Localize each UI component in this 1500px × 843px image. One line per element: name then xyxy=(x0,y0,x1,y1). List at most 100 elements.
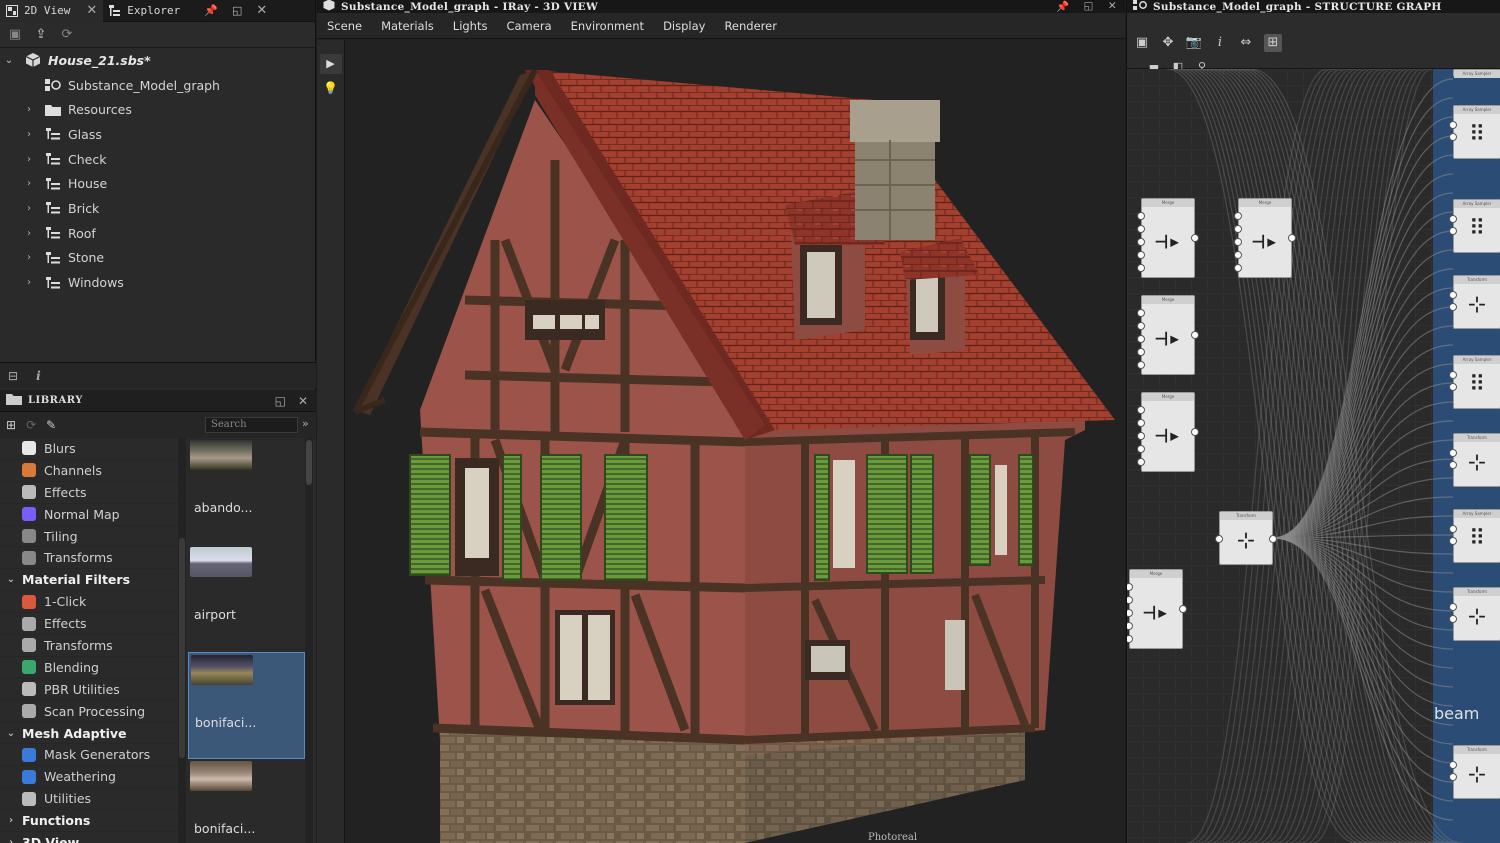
node-pin[interactable] xyxy=(1449,291,1457,299)
graph-node[interactable]: Merge ⊣▸ xyxy=(1141,392,1195,472)
node-pin[interactable] xyxy=(1234,225,1242,233)
save-icon[interactable]: ▣ xyxy=(8,27,22,42)
folder-row-brick[interactable]: › Brick xyxy=(0,196,315,221)
node-pin[interactable] xyxy=(1288,234,1296,242)
folder-row-house[interactable]: › House xyxy=(0,171,315,196)
menu-materials[interactable]: Materials xyxy=(381,19,434,33)
library-item[interactable]: Transforms xyxy=(0,635,178,657)
graph-node[interactable]: Array Sampler ⠿ xyxy=(1453,355,1500,409)
node-pin[interactable] xyxy=(1137,361,1145,369)
frame-all-icon[interactable]: ▣ xyxy=(1133,34,1151,52)
library-category[interactable]: › Functions xyxy=(0,810,178,833)
graph-row[interactable]: Substance_Model_graph xyxy=(0,73,315,98)
folder-row-glass[interactable]: › Glass xyxy=(0,122,315,147)
library-item[interactable]: Tiling xyxy=(0,526,178,548)
maximize-icon[interactable]: ◱ xyxy=(232,4,242,17)
menu-lights[interactable]: Lights xyxy=(453,19,488,33)
library-item[interactable]: Normal Map xyxy=(0,504,178,526)
node-pin[interactable] xyxy=(1137,432,1145,440)
node-pin[interactable] xyxy=(1449,461,1457,469)
library-item[interactable]: Utilities xyxy=(0,788,178,811)
node-pin[interactable] xyxy=(1234,264,1242,272)
library-item[interactable]: Transforms xyxy=(0,547,178,570)
graph-node[interactable]: Transform ⊹ xyxy=(1453,433,1500,487)
chevron-right-icon[interactable]: › xyxy=(22,104,36,115)
graph-node[interactable]: Merge ⊣▸ xyxy=(1129,569,1183,649)
chevron-down-icon[interactable]: ⌄ xyxy=(0,574,22,585)
chevron-right-icon[interactable]: › xyxy=(22,203,36,214)
info-icon[interactable]: i xyxy=(1211,34,1229,52)
node-pin[interactable] xyxy=(1137,348,1145,356)
hierarchy-icon[interactable]: ⊞ xyxy=(1264,34,1282,52)
chevron-right-icon[interactable]: › xyxy=(0,815,22,826)
camera-icon[interactable]: 📷 xyxy=(1185,34,1203,52)
chevron-down-icon[interactable]: ⌄ xyxy=(0,728,22,739)
node-pin[interactable] xyxy=(1191,234,1199,242)
node-pin[interactable] xyxy=(1449,303,1457,311)
node-pin[interactable] xyxy=(1137,406,1145,414)
menu-scene[interactable]: Scene xyxy=(327,19,362,33)
menu-display[interactable]: Display xyxy=(663,19,705,33)
chevron-right-icon[interactable]: › xyxy=(22,178,36,189)
node-pin[interactable] xyxy=(1137,458,1145,466)
library-thumbnail[interactable]: abando... xyxy=(188,438,305,545)
package-row[interactable]: ⌄ House_21.sbs* xyxy=(0,48,315,73)
node-pin[interactable] xyxy=(1449,761,1457,769)
library-search-input[interactable]: Search xyxy=(205,417,298,433)
node-pin[interactable] xyxy=(1137,445,1145,453)
menu-camera[interactable]: Camera xyxy=(506,19,551,33)
node-pin[interactable] xyxy=(1137,419,1145,427)
edit-icon[interactable]: ✎ xyxy=(46,418,56,432)
node-pin[interactable] xyxy=(1269,535,1277,543)
node-pin[interactable] xyxy=(1137,212,1145,220)
chevron-right-icon[interactable]: › xyxy=(22,252,36,263)
menu-renderer[interactable]: Renderer xyxy=(724,19,777,33)
node-pin[interactable] xyxy=(1449,449,1457,457)
close-icon[interactable]: ✕ xyxy=(86,3,97,18)
thumbnail-scrollbar[interactable] xyxy=(305,438,313,843)
close-icon[interactable]: ✕ xyxy=(1108,0,1117,13)
close-icon[interactable]: ✕ xyxy=(298,394,308,408)
node-pin[interactable] xyxy=(1449,615,1457,623)
chevron-right-icon[interactable]: › xyxy=(22,228,36,239)
library-item[interactable]: Weathering xyxy=(0,766,178,789)
close-icon[interactable]: ✕ xyxy=(256,3,267,18)
node-pin[interactable] xyxy=(1137,251,1145,259)
graph-node[interactable]: Array Sampler ⠿ xyxy=(1453,509,1500,563)
node-pin[interactable] xyxy=(1137,238,1145,246)
graph-node[interactable]: Array Sampler ⠿ xyxy=(1453,199,1500,253)
node-pin[interactable] xyxy=(1234,251,1242,259)
refresh-icon[interactable]: ⟳ xyxy=(26,418,36,432)
graph-node[interactable]: Array Sampler xyxy=(1453,69,1500,78)
hierarchy-icon[interactable]: ⊟ xyxy=(8,369,18,383)
node-pin[interactable] xyxy=(1449,371,1457,379)
library-item[interactable]: Mask Generators xyxy=(0,744,178,767)
library-category[interactable]: ⌄ Material Filters xyxy=(0,569,178,592)
pin-icon[interactable]: 📌 xyxy=(204,4,218,17)
folder-row-stone[interactable]: › Stone xyxy=(0,246,315,271)
graph-node[interactable]: Merge ⊣▸ xyxy=(1141,295,1195,375)
library-item[interactable]: Scan Processing xyxy=(0,701,178,723)
move-icon[interactable]: ✥ xyxy=(1159,34,1177,52)
tab-explorer[interactable]: Explorer 📌 ◱ ✕ xyxy=(103,0,273,22)
library-thumbnail[interactable]: airport xyxy=(188,545,305,652)
graph-node[interactable]: Transform ⊹ xyxy=(1219,511,1273,565)
info-icon[interactable]: i xyxy=(36,369,41,383)
3d-viewport-canvas[interactable]: Photoreal xyxy=(345,40,1125,843)
folder-row-check[interactable]: › Check xyxy=(0,147,315,172)
library-category[interactable]: ⌄ Mesh Adaptive xyxy=(0,723,178,745)
light-bulb-icon[interactable]: 💡 xyxy=(320,78,342,98)
node-pin[interactable] xyxy=(1137,309,1145,317)
refresh-icon[interactable]: ⟳ xyxy=(60,27,74,42)
maximize-icon[interactable]: ◱ xyxy=(275,394,286,408)
chevron-right-icon[interactable]: › xyxy=(22,277,36,288)
graph-node[interactable]: Transform ⊹ xyxy=(1453,275,1500,329)
library-item[interactable]: 1-Click xyxy=(0,591,178,614)
node-pin[interactable] xyxy=(1449,773,1457,781)
graph-node[interactable]: Transform ⊹ xyxy=(1453,745,1500,799)
library-item[interactable]: Blurs xyxy=(0,438,178,460)
library-item[interactable]: Blending xyxy=(0,657,178,679)
library-category[interactable]: › 3D View xyxy=(0,832,178,843)
node-pin[interactable] xyxy=(1449,383,1457,391)
node-pin[interactable] xyxy=(1137,264,1145,272)
